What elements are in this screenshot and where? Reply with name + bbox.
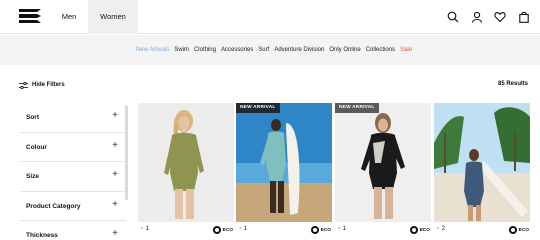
wishlist-count[interactable]: ◔ 1 (337, 226, 346, 232)
likes-value: 1 (243, 226, 247, 232)
product-card[interactable]: ◔ 2 ECO (434, 103, 530, 240)
product-meta: ◔ 2 ECO (434, 226, 530, 236)
eco-icon (310, 226, 319, 234)
product-card[interactable]: ◔ 1 ECO (138, 103, 234, 240)
filter-panel: Sort + Colour + Size + Product Category … (20, 103, 126, 240)
eco-icon (212, 226, 221, 234)
product-image[interactable] (434, 103, 530, 222)
wishlist-count[interactable]: ◔ 1 (238, 226, 247, 232)
filter-label: Thickness (26, 232, 58, 239)
filter-label: Sort (26, 114, 39, 121)
eco-label: ECO (320, 227, 331, 233)
product-meta: ◔ 1 ECO (138, 226, 234, 236)
filter-colour[interactable]: Colour + (20, 133, 126, 162)
product-card[interactable]: NEW ARRIVAL ◔ 1 ECO (335, 103, 431, 240)
billabong-logo-icon[interactable] (19, 9, 41, 23)
account-icon[interactable] (471, 11, 483, 23)
filter-label: Product Category (26, 202, 81, 210)
heart-check-icon: ◔ (140, 226, 144, 232)
category-nav: New Arrivals Swim Clothing Accessories S… (0, 35, 540, 65)
filter-label: Colour (26, 143, 47, 151)
eco-badge: ECO (310, 226, 331, 234)
search-icon[interactable] (447, 11, 459, 23)
nav-item-collections[interactable]: Collections (366, 47, 395, 53)
expand-plus-icon[interactable]: + (112, 170, 118, 180)
wishlist-count[interactable]: ◔ 2 (436, 226, 445, 232)
nav-item-surf[interactable]: Surf (258, 47, 269, 53)
product-image[interactable]: NEW ARRIVAL (335, 103, 431, 222)
filter-label: Size (26, 173, 40, 180)
likes-value: 2 (441, 226, 445, 232)
eco-icon (409, 226, 418, 234)
product-meta: ◔ 1 ECO (335, 226, 431, 236)
expand-plus-icon[interactable]: + (112, 229, 118, 239)
eco-icon (508, 226, 517, 234)
filter-size[interactable]: Size + (20, 162, 126, 192)
expand-plus-icon[interactable]: + (112, 111, 118, 121)
new-arrival-badge: NEW ARRIVAL (236, 103, 280, 113)
nav-item-swim[interactable]: Swim (174, 47, 189, 53)
wishlist-heart-icon[interactable] (494, 11, 506, 23)
heart-check-icon: ◔ (337, 226, 341, 232)
filter-product-category[interactable]: Product Category + (20, 192, 126, 221)
tab-men[interactable]: Men (50, 0, 88, 34)
nav-item-only-online[interactable]: Only Online (329, 47, 360, 53)
wishlist-count[interactable]: ◔ 1 (140, 226, 149, 232)
expand-plus-icon[interactable]: + (112, 199, 118, 210)
filter-sort[interactable]: Sort + (20, 103, 126, 133)
nav-item-sale[interactable]: Sale (400, 47, 412, 53)
product-meta: ◔ 1 ECO (236, 226, 332, 236)
likes-value: 1 (145, 226, 149, 232)
filter-scrollbar[interactable] (125, 105, 128, 200)
new-arrival-badge: NEW ARRIVAL (335, 103, 379, 113)
eco-badge: ECO (508, 226, 529, 234)
nav-item-adventure-division[interactable]: Adventure Division (274, 47, 324, 53)
nav-item-new-arrivals[interactable]: New Arrivals (136, 47, 169, 53)
top-header: Men Women (0, 0, 540, 34)
bag-icon[interactable] (518, 11, 530, 23)
hide-filters-label: Hide Filters (32, 82, 65, 88)
filter-sliders-icon (19, 81, 28, 89)
results-count: 85 Results (497, 81, 528, 87)
product-image[interactable] (138, 103, 234, 222)
nav-item-accessories[interactable]: Accessories (221, 47, 253, 53)
eco-label: ECO (419, 227, 430, 233)
likes-value: 1 (342, 226, 346, 232)
expand-plus-icon[interactable]: + (112, 140, 118, 151)
hide-filters-button[interactable]: Hide Filters (19, 80, 65, 90)
heart-check-icon: ◔ (436, 226, 440, 232)
eco-label: ECO (222, 227, 233, 233)
eco-badge: ECO (212, 226, 233, 234)
filter-thickness[interactable]: Thickness + (20, 221, 126, 240)
tab-women[interactable]: Women (88, 0, 138, 34)
heart-check-icon: ◔ (238, 226, 242, 232)
product-card[interactable]: NEW ARRIVAL ◔ 1 ECO (236, 103, 332, 240)
nav-item-clothing[interactable]: Clothing (194, 47, 216, 53)
product-image[interactable]: NEW ARRIVAL (236, 103, 332, 222)
eco-label: ECO (518, 227, 529, 233)
eco-badge: ECO (409, 226, 430, 234)
